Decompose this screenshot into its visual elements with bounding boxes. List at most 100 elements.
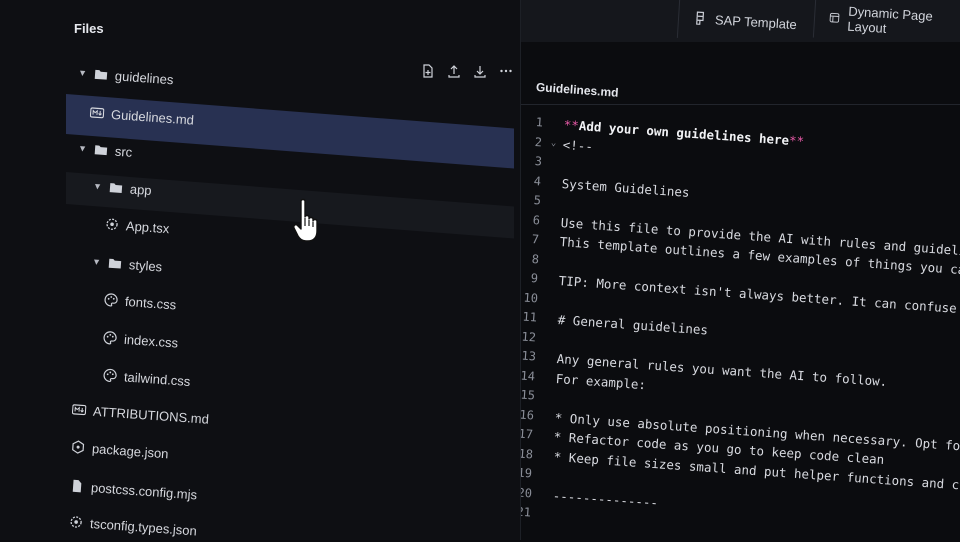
line-text: <!-- (563, 136, 594, 153)
line-number: 6 (532, 212, 541, 228)
new-file-button[interactable] (420, 63, 436, 79)
fold-chevron-icon (550, 182, 558, 183)
markdown-icon (71, 402, 87, 417)
fold-chevron-icon (542, 435, 550, 436)
layout-icon (829, 12, 840, 23)
line-text: System Guidelines (562, 175, 691, 199)
palette-icon (104, 292, 119, 307)
folder-icon (109, 180, 124, 195)
code-token: ** (563, 116, 580, 133)
line-number: 18 (521, 446, 534, 462)
line-number: 11 (522, 309, 538, 325)
fold-chevron-icon (542, 455, 550, 456)
fold-chevron-icon[interactable]: ⌄ (551, 138, 560, 149)
tree-item-label: fonts.css (124, 293, 177, 313)
line-number: 9 (530, 271, 539, 286)
line-text: # General guidelines (557, 312, 708, 337)
tab-dynamic-page-layout[interactable]: Dynamic Page Layout (812, 0, 960, 47)
tree-item-label: src (114, 143, 133, 160)
code-token: -------------- (551, 487, 659, 510)
more-options-button[interactable] (498, 63, 514, 79)
line-number: 21 (521, 504, 532, 520)
tree-folder-app[interactable]: ▼ app (92, 174, 152, 202)
line-number: 4 (533, 173, 542, 189)
hand-cursor-icon (293, 198, 318, 242)
fold-chevron-icon (540, 513, 548, 514)
tree-file-package-json[interactable]: package.json (70, 435, 169, 466)
hexagon-icon (71, 440, 86, 455)
tree-folder-guidelines[interactable]: ▼ guidelines (77, 61, 174, 92)
folder-icon (108, 256, 123, 271)
line-number: 7 (531, 232, 540, 247)
tree-item-label: tsconfig.types.json (89, 515, 198, 538)
fold-chevron-icon (547, 279, 555, 280)
line-number: 20 (521, 485, 533, 501)
tree-item-label: package.json (91, 440, 170, 461)
fold-chevron-icon (550, 201, 558, 202)
tree-item-label: App.tsx (125, 217, 170, 236)
figma-icon (696, 11, 705, 25)
line-text: -------------- (552, 487, 658, 509)
code-line[interactable]: 21 (521, 500, 553, 525)
line-text: For example: (556, 370, 647, 391)
palette-icon (103, 368, 118, 383)
files-panel-title: Files (74, 21, 104, 36)
tree-file-fonts-css[interactable]: fonts.css (103, 288, 177, 317)
fold-chevron-icon (543, 416, 551, 417)
code-token: Add your own guidelines here (578, 117, 790, 148)
tree-folder-styles[interactable]: ▼ styles (91, 250, 163, 279)
tree-file-tailwind-css[interactable]: tailwind.css (102, 363, 191, 393)
upload-button[interactable] (446, 63, 462, 79)
tree-item-label: styles (128, 256, 163, 274)
download-icon (474, 66, 486, 78)
tree-file-tsconfig-types[interactable]: tsconfig.types.json (68, 510, 197, 542)
tab-strip: SAP Template Dynamic Page Layout (520, 0, 960, 47)
files-toolbar (420, 63, 514, 79)
tab-sap-template[interactable]: SAP Template (676, 0, 813, 47)
file-icon (70, 479, 85, 494)
tab-label: Dynamic Page Layout (846, 3, 934, 36)
code-token: <!-- (562, 136, 594, 154)
editor-file-tab[interactable]: Guidelines.md (536, 80, 619, 100)
fold-chevron-icon (544, 396, 552, 397)
markdown-icon (89, 105, 105, 120)
fold-chevron-icon (552, 123, 560, 124)
chevron-down-icon: ▼ (92, 180, 103, 192)
tree-item-label: app (129, 181, 153, 198)
fold-chevron-icon (551, 162, 559, 163)
tree-folder-src[interactable]: ▼ src (77, 136, 133, 164)
files-panel: Files ▼ guidelines Guidelines.md ▼ src ▼… (0, 0, 521, 540)
tree-item-label: guidelines (114, 67, 174, 87)
new-file-icon (423, 64, 433, 78)
palette-icon (103, 330, 118, 345)
line-number: 13 (521, 348, 537, 364)
tree-file-app-tsx[interactable]: App.tsx (104, 212, 170, 240)
chevron-down-icon: ▼ (77, 143, 88, 154)
gear-file-icon (105, 217, 120, 232)
line-text: **Add your own guidelines here** (563, 117, 804, 149)
folder-icon (94, 67, 109, 82)
fold-chevron-icon (547, 299, 555, 300)
fold-chevron-icon (548, 240, 556, 241)
line-number: 16 (521, 407, 535, 423)
upload-icon (448, 65, 460, 78)
code-token: For example: (555, 370, 647, 392)
download-button[interactable] (472, 63, 488, 79)
fold-chevron-icon (545, 338, 553, 339)
folder-icon (94, 142, 109, 157)
tree-file-postcss-config[interactable]: postcss.config.mjs (69, 474, 198, 507)
line-number: 2 (534, 134, 543, 150)
tab-label: SAP Template (714, 11, 798, 32)
tree-item-label: postcss.config.mjs (90, 479, 198, 502)
fold-chevron-icon (546, 318, 554, 319)
tree-file-attributions-md[interactable]: ATTRIBUTIONS.md (71, 397, 209, 431)
code-editor[interactable]: Guidelines.md 1 **Add your own guidelines… (521, 42, 960, 540)
gear-file-icon (69, 515, 84, 530)
fold-chevron-icon (549, 221, 557, 222)
fold-chevron-icon (544, 377, 552, 378)
more-horizontal-icon (500, 69, 512, 73)
line-number: 5 (532, 193, 542, 208)
tree-item-label: Guidelines.md (110, 106, 195, 128)
tree-file-index-css[interactable]: index.css (102, 325, 179, 354)
code-token: System Guidelines (561, 175, 691, 199)
